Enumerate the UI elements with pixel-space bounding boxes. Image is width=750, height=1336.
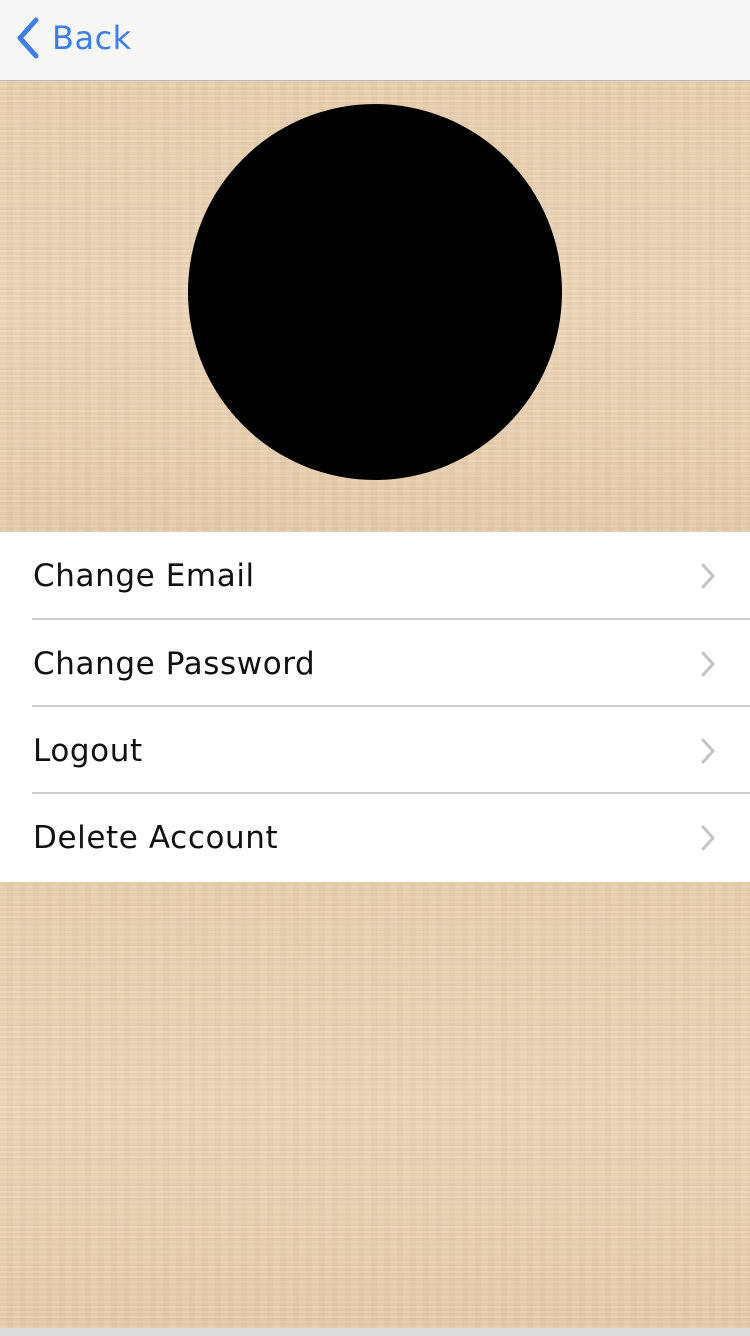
menu-item-change-password[interactable]: Change Password: [0, 620, 750, 707]
chevron-right-icon: [701, 825, 715, 850]
profile-header: [0, 81, 750, 532]
back-button[interactable]: Back: [14, 14, 132, 62]
menu-item-logout[interactable]: Logout: [0, 707, 750, 794]
navigation-bar: Back: [0, 0, 750, 81]
menu-item-change-email[interactable]: Change Email: [0, 532, 750, 620]
background-area: [0, 882, 750, 1328]
bottom-edge: [0, 1328, 750, 1336]
avatar[interactable]: [188, 104, 562, 480]
menu-item-label: Logout: [33, 732, 143, 769]
back-label: Back: [52, 19, 132, 57]
chevron-right-icon: [701, 651, 715, 676]
chevron-right-icon: [701, 563, 715, 589]
menu-item-label: Change Email: [33, 558, 255, 594]
menu-item-label: Delete Account: [33, 819, 279, 856]
menu-item-label: Change Password: [33, 645, 316, 682]
settings-menu: Change Email Change Password Logout Dele…: [0, 532, 750, 882]
menu-item-delete-account[interactable]: Delete Account: [0, 794, 750, 881]
chevron-left-icon: [17, 17, 39, 59]
chevron-right-icon: [701, 738, 715, 763]
